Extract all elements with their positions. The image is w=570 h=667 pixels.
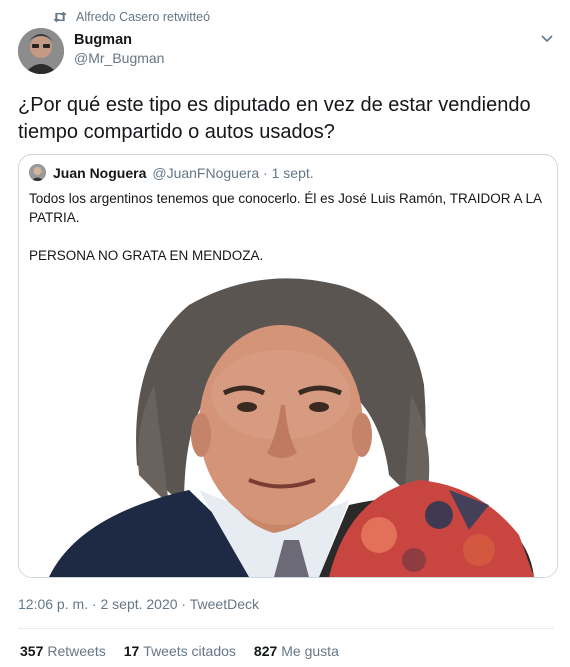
quote-header: Juan Noguera @JuanFNoguera · 1 sept. xyxy=(29,164,314,181)
tweet-text: ¿Por qué este tipo es diputado en vez de… xyxy=(18,94,531,143)
author-handle[interactable]: @Mr_Bugman xyxy=(74,50,164,66)
retweet-context: Alfredo Casero retwitteó xyxy=(52,8,210,26)
retweets-label: Retweets xyxy=(47,643,106,659)
quotes-stat[interactable]: 17 Tweets citados xyxy=(124,643,236,659)
author-block[interactable]: Bugman @Mr_Bugman xyxy=(74,32,164,66)
author-name[interactable]: Bugman xyxy=(74,32,164,48)
divider xyxy=(18,628,554,629)
quotes-count: 17 xyxy=(123,643,140,659)
likes-label: Me gusta xyxy=(281,643,339,659)
quote-avatar[interactable] xyxy=(29,164,46,181)
retweets-stat[interactable]: 357 Retweets xyxy=(20,643,106,659)
likes-stat[interactable]: 827 Me gusta xyxy=(254,643,339,659)
quote-text: Todos los argentinos tenemos que conocer… xyxy=(29,191,542,263)
quoted-tweet[interactable]: Juan Noguera @JuanFNoguera · 1 sept. Tod… xyxy=(18,154,558,578)
quote-author-meta: @JuanFNoguera · 1 sept. xyxy=(152,164,314,181)
retweets-count: 357 xyxy=(20,643,44,659)
retweet-label: Alfredo Casero retwitteó xyxy=(76,10,211,24)
retweet-icon xyxy=(53,11,67,23)
engagement-stats: 357 Retweets 17 Tweets citados 827 Me gusta xyxy=(20,643,357,659)
quote-photo[interactable] xyxy=(19,275,557,577)
quotes-label: Tweets citados xyxy=(143,643,236,659)
quote-author-name[interactable]: Juan Noguera xyxy=(53,165,146,181)
author-avatar[interactable] xyxy=(18,28,64,74)
chevron-down-icon[interactable] xyxy=(540,32,554,46)
tweet-timestamp[interactable]: 12:06 p. m. · 2 sept. 2020 · TweetDeck xyxy=(18,596,259,612)
likes-count: 827 xyxy=(253,643,278,659)
